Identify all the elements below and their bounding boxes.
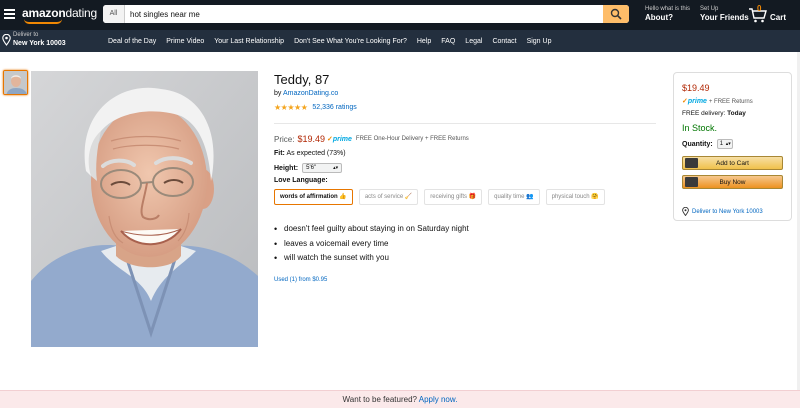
- add-to-cart-label: Add to Cart: [716, 160, 749, 167]
- height-value: 5'6": [306, 165, 317, 171]
- quantity-select[interactable]: 1 ▴▾: [716, 139, 733, 149]
- buy-now-button[interactable]: Buy Now: [682, 175, 783, 189]
- feature-bullets: doesn't feel guilty about staying in on …: [274, 222, 469, 266]
- quantity-row: Quantity: 1 ▴▾: [682, 139, 733, 149]
- nav-link-help[interactable]: Help: [417, 38, 431, 45]
- apply-now-link[interactable]: Apply now.: [419, 395, 458, 404]
- menu-icon[interactable]: [4, 9, 15, 19]
- price-label: Price:: [274, 134, 295, 144]
- nav-link-legal[interactable]: Legal: [465, 38, 482, 45]
- love-option-words-of-affirmation[interactable]: words of affirmation 👍: [274, 189, 353, 205]
- location-pin-icon: [682, 207, 689, 216]
- account-small-text: Set Up: [700, 6, 719, 12]
- fit-label: Fit:: [274, 150, 285, 157]
- location-pin-icon: [2, 34, 11, 46]
- deliver-big-text: New York 10003: [13, 40, 66, 47]
- buybox-prime: ✓prime + FREE Returns: [682, 98, 753, 105]
- delivery-day: Today: [727, 110, 746, 117]
- fit-row: Fit: As expected (73%): [274, 150, 346, 157]
- search-button[interactable]: [603, 5, 629, 23]
- thumbnail-portrait: [4, 71, 27, 94]
- rating-count-link[interactable]: 52,336 ratings: [312, 104, 356, 111]
- deliver-to-text: Deliver to New York 10003: [692, 208, 763, 215]
- play-icon: [685, 177, 698, 187]
- love-language-label: Love Language:: [274, 177, 328, 184]
- divider: [274, 123, 656, 124]
- add-to-cart-button[interactable]: Add to Cart: [682, 156, 783, 170]
- buybox-deliver-link[interactable]: Deliver to New York 10003: [682, 207, 763, 216]
- used-offers-link[interactable]: Used (1) from $0.95: [274, 277, 327, 283]
- about-big-text: About?: [645, 13, 673, 22]
- caret-icon: ▴▾: [725, 141, 731, 147]
- top-header: amazondating All Hello what is this Abou…: [0, 0, 800, 30]
- list-item: leaves a voicemail every time: [274, 237, 469, 252]
- nav-link-last-relationship[interactable]: Your Last Relationship: [214, 38, 284, 45]
- love-option-acts-of-service[interactable]: acts of service 🧹: [358, 189, 419, 205]
- nav-link-sign-up[interactable]: Sign Up: [527, 38, 552, 45]
- product-photo: [31, 71, 258, 347]
- portrait-illustration: [31, 71, 258, 347]
- buy-now-label: Buy Now: [719, 179, 746, 186]
- cart-count: 0: [757, 4, 762, 13]
- price-value: $19.49: [297, 134, 325, 144]
- nav-link-prime-video[interactable]: Prime Video: [166, 38, 204, 45]
- prime-delivery-note: FREE One-Hour Delivery + FREE Returns: [355, 136, 469, 142]
- brand-link[interactable]: AmazonDating.co: [283, 90, 338, 97]
- buybox-price: $19.49: [682, 83, 710, 93]
- quantity-value: 1: [719, 141, 724, 147]
- stock-status: In Stock.: [682, 123, 718, 133]
- about-small-text: Hello what is this: [645, 6, 691, 12]
- quantity-label: Quantity:: [682, 140, 713, 148]
- cart-button[interactable]: 0 Cart: [748, 4, 798, 24]
- height-row: Height: 5'6" ▴▾: [274, 163, 343, 173]
- price-row: Price: $19.49 ✓prime FREE One-Hour Deliv…: [274, 134, 469, 144]
- account-big-text: Your Friends: [700, 13, 749, 22]
- nav-link-dont-see[interactable]: Don't See What You're Looking For?: [294, 38, 407, 45]
- site-logo[interactable]: amazondating: [22, 6, 97, 20]
- search-bar: All: [103, 5, 629, 23]
- cart-label: Cart: [770, 13, 787, 22]
- deliver-small-text: Deliver to: [13, 32, 39, 38]
- fit-value: As expected (73%): [286, 150, 346, 157]
- list-item: doesn't feel guilty about staying in on …: [274, 222, 469, 237]
- product-title: Teddy, 87: [274, 72, 330, 87]
- nav-link-deal-of-the-day[interactable]: Deal of the Day: [108, 38, 156, 45]
- buybox-delivery: FREE delivery: Today: [682, 110, 746, 117]
- height-label: Height:: [274, 164, 299, 172]
- search-icon: [610, 8, 622, 20]
- product-rating: ★★★★★ 52,336 ratings: [274, 103, 357, 112]
- cart-icon: [685, 158, 698, 168]
- list-item: will watch the sunset with you: [274, 251, 469, 266]
- byline-prefix: by: [274, 90, 282, 97]
- caret-icon: ▴▾: [333, 165, 339, 171]
- height-select[interactable]: 5'6" ▴▾: [302, 163, 343, 173]
- buybox-prime-note: + FREE Returns: [708, 99, 753, 105]
- nav-links: Deal of the Day Prime Video Your Last Re…: [108, 30, 561, 52]
- nav-link-faq[interactable]: FAQ: [441, 38, 455, 45]
- logo-smile-icon: [24, 19, 62, 24]
- banner-text: Want to be featured?: [342, 395, 417, 404]
- search-category-select[interactable]: All: [103, 5, 125, 23]
- love-option-receiving-gifts[interactable]: receiving gifts 🎁: [424, 189, 483, 205]
- love-language-options: words of affirmation 👍 acts of service 🧹…: [274, 189, 611, 205]
- nav-link-contact[interactable]: Contact: [492, 38, 516, 45]
- love-option-physical-touch[interactable]: physical touch 🤗: [545, 189, 605, 205]
- product-thumbnail[interactable]: [3, 70, 28, 95]
- star-rating-icon[interactable]: ★★★★★: [274, 103, 308, 112]
- featured-banner: Want to be featured? Apply now.: [0, 390, 800, 408]
- prime-badge: ✓prime: [326, 136, 352, 143]
- product-byline: by AmazonDating.co: [274, 90, 338, 97]
- nav-bar: Deliver to New York 10003 Deal of the Da…: [0, 30, 800, 52]
- about-link[interactable]: Hello what is this About?: [645, 5, 690, 23]
- search-input[interactable]: [127, 5, 601, 23]
- love-option-quality-time[interactable]: quality time 👥: [488, 189, 540, 205]
- delivery-prefix: FREE delivery:: [682, 110, 726, 117]
- buy-box: $19.49 ✓prime + FREE Returns FREE delive…: [673, 72, 792, 221]
- account-link[interactable]: Set Up Your Friends: [700, 5, 749, 23]
